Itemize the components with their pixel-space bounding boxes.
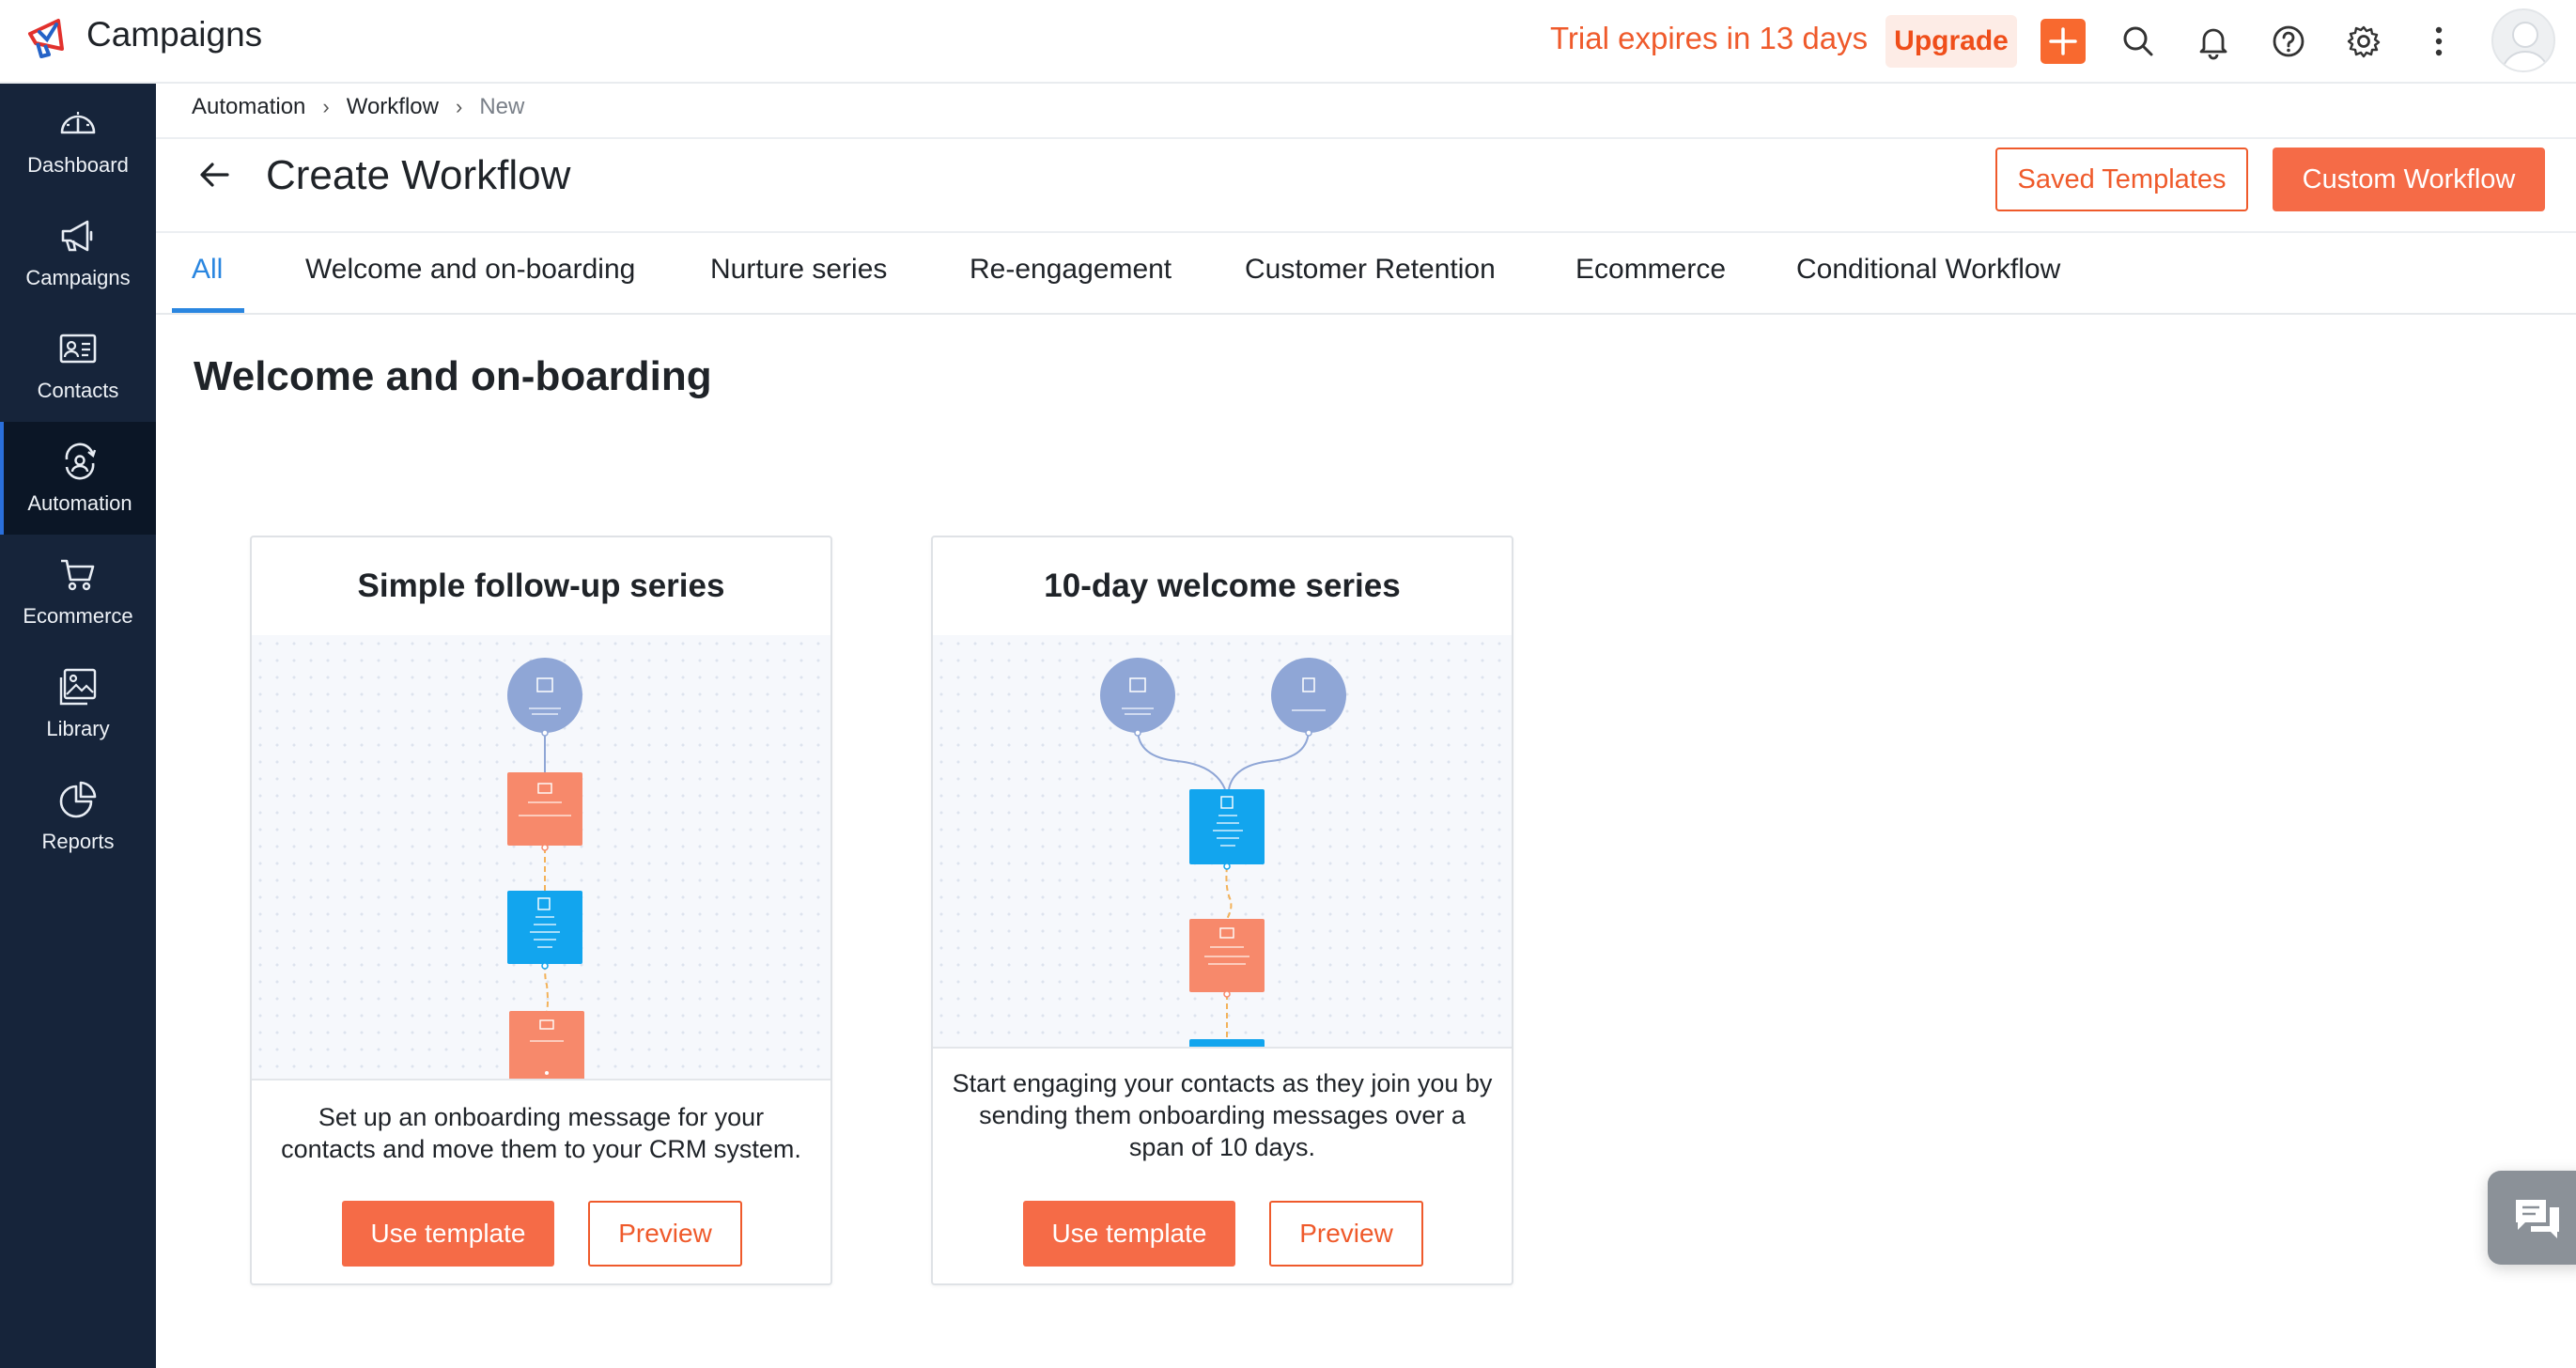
sidebar: Dashboard Campaigns Contacts Automation bbox=[0, 84, 156, 1368]
sidebar-label: Dashboard bbox=[27, 153, 129, 177]
tab-conditional-workflow[interactable]: Conditional Workflow bbox=[1796, 254, 2060, 286]
sidebar-item-library[interactable]: Library bbox=[0, 647, 156, 760]
sidebar-item-dashboard[interactable]: Dashboard bbox=[0, 84, 156, 196]
breadcrumb: Automation › Workflow › New bbox=[192, 94, 524, 120]
pie-chart-icon bbox=[59, 781, 97, 818]
saved-templates-button[interactable]: Saved Templates bbox=[1995, 148, 2248, 211]
sidebar-label: Contacts bbox=[37, 379, 119, 402]
form-trigger-node bbox=[1100, 658, 1175, 733]
template-card-10-day-welcome: 10-day welcome series Start engaging you… bbox=[931, 536, 1513, 1285]
chevron-right-icon: › bbox=[322, 95, 330, 118]
dashboard-gauge-icon bbox=[60, 112, 96, 134]
gear-icon bbox=[2347, 25, 2381, 58]
tab-all[interactable]: All bbox=[192, 254, 223, 286]
divider bbox=[156, 313, 2576, 315]
kebab-menu-icon bbox=[2435, 26, 2443, 56]
use-template-button[interactable]: Use template bbox=[342, 1201, 554, 1267]
megaphone-icon bbox=[61, 220, 93, 252]
custom-workflow-button[interactable]: Custom Workflow bbox=[2273, 148, 2545, 211]
tab-ecommerce[interactable]: Ecommerce bbox=[1575, 254, 1726, 286]
card-title: 10-day welcome series bbox=[1044, 567, 1401, 604]
sidebar-item-campaigns[interactable]: Campaigns bbox=[0, 196, 156, 309]
help-button[interactable] bbox=[2266, 19, 2311, 64]
trial-expiry-text[interactable]: Trial expires in 13 days bbox=[1550, 21, 1868, 56]
cart-icon bbox=[61, 559, 95, 591]
sidebar-label: Automation bbox=[27, 491, 132, 515]
user-avatar[interactable] bbox=[2491, 8, 2555, 72]
bell-icon bbox=[2199, 28, 2227, 60]
workflow-diagram bbox=[507, 658, 584, 1079]
image-library-icon bbox=[59, 668, 97, 706]
list-trigger-node bbox=[1271, 658, 1346, 733]
automation-icon bbox=[65, 443, 97, 480]
card-description: Set up an onboarding message for your co… bbox=[281, 1103, 801, 1163]
breadcrumb-item-workflow[interactable]: Workflow bbox=[347, 94, 439, 120]
card-description: Start engaging your contacts as they joi… bbox=[952, 1069, 1493, 1161]
sidebar-label: Reports bbox=[41, 830, 115, 853]
sidebar-item-automation[interactable]: Automation bbox=[0, 422, 156, 535]
wait-node bbox=[507, 891, 582, 964]
wait-node bbox=[1189, 789, 1265, 864]
plus-icon bbox=[2049, 27, 2077, 55]
breadcrumb-item-automation[interactable]: Automation bbox=[192, 94, 305, 120]
tab-nurture-series[interactable]: Nurture series bbox=[710, 254, 887, 286]
campaigns-logo-icon[interactable] bbox=[24, 13, 73, 62]
preview-button[interactable]: Preview bbox=[588, 1201, 742, 1267]
tab-re-engagement[interactable]: Re-engagement bbox=[970, 254, 1172, 286]
contact-card-icon bbox=[59, 334, 97, 364]
page-title: Create Workflow bbox=[266, 152, 571, 198]
preview-button[interactable]: Preview bbox=[1269, 1201, 1423, 1267]
divider bbox=[156, 231, 2576, 233]
crm-action-node bbox=[509, 1011, 584, 1079]
more-options-button[interactable] bbox=[2416, 19, 2461, 64]
search-button[interactable] bbox=[2116, 19, 2161, 64]
top-header: Campaigns Trial expires in 13 days Upgra… bbox=[0, 0, 2576, 84]
use-template-button[interactable]: Use template bbox=[1023, 1201, 1235, 1267]
sidebar-label: Campaigns bbox=[25, 266, 131, 289]
help-icon bbox=[2273, 25, 2304, 57]
quick-create-button[interactable] bbox=[2041, 19, 2086, 64]
divider bbox=[156, 137, 2576, 139]
chat-bubble-icon bbox=[2516, 1200, 2559, 1238]
tab-customer-retention[interactable]: Customer Retention bbox=[1245, 254, 1496, 286]
chat-support-button[interactable] bbox=[2488, 1171, 2576, 1265]
settings-button[interactable] bbox=[2341, 19, 2386, 64]
template-card-simple-follow-up: Simple follow-up series Set up an onboar… bbox=[250, 536, 832, 1285]
chevron-right-icon: › bbox=[455, 95, 463, 118]
notifications-button[interactable] bbox=[2191, 19, 2236, 64]
trigger-node bbox=[507, 658, 582, 733]
message-node bbox=[1189, 919, 1265, 992]
breadcrumb-current: New bbox=[479, 94, 525, 119]
sidebar-item-contacts[interactable]: Contacts bbox=[0, 309, 156, 422]
tab-welcome-onboarding[interactable]: Welcome and on-boarding bbox=[305, 254, 635, 286]
sidebar-item-ecommerce[interactable]: Ecommerce bbox=[0, 535, 156, 647]
app-name: Campaigns bbox=[86, 15, 263, 54]
section-title: Welcome and on-boarding bbox=[194, 353, 712, 399]
back-arrow-icon[interactable] bbox=[195, 156, 233, 194]
sidebar-item-reports[interactable]: Reports bbox=[0, 760, 156, 873]
upgrade-button[interactable]: Upgrade bbox=[1885, 15, 2017, 68]
sidebar-label: Ecommerce bbox=[23, 604, 133, 628]
card-title: Simple follow-up series bbox=[357, 567, 725, 604]
search-icon bbox=[2123, 26, 2153, 56]
user-silhouette-icon bbox=[2502, 22, 2549, 70]
wait-node-next bbox=[1189, 1039, 1265, 1047]
workflow-preview[interactable] bbox=[252, 635, 830, 1080]
workflow-preview[interactable] bbox=[933, 635, 1512, 1049]
sidebar-label: Library bbox=[46, 717, 110, 740]
workflow-diagram bbox=[1100, 658, 1346, 1047]
